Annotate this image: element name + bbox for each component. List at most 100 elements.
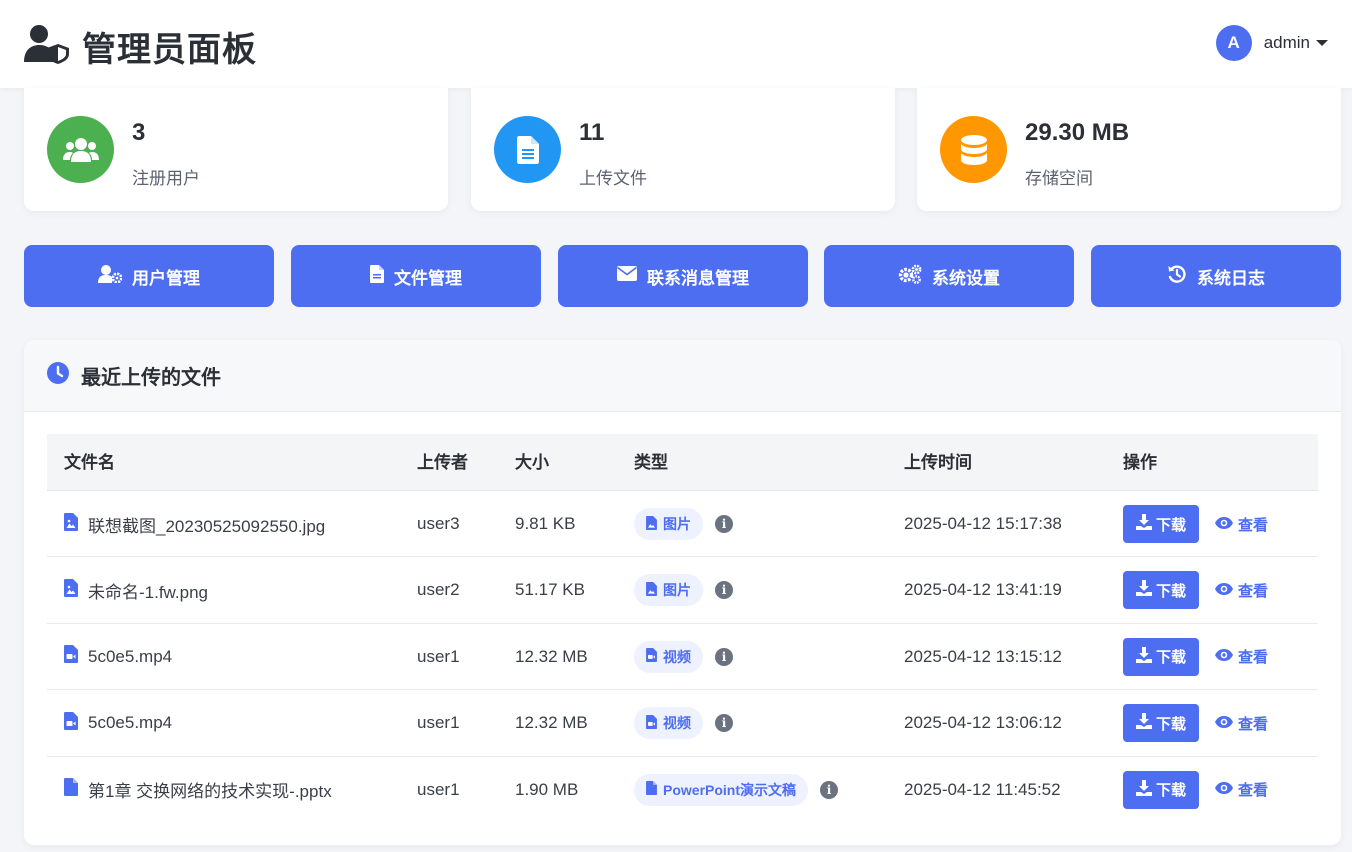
download-button[interactable]: 下载 <box>1123 770 1199 809</box>
file-video-icon <box>64 711 78 735</box>
view-label: 查看 <box>1238 649 1269 667</box>
envelope-icon <box>617 266 637 286</box>
view-link[interactable]: 查看 <box>1215 779 1268 800</box>
upload-time: 2025-04-12 13:06:12 <box>904 713 1062 733</box>
eye-icon <box>1215 516 1233 533</box>
download-label: 下载 <box>1155 582 1186 600</box>
info-icon[interactable]: i <box>715 515 733 533</box>
download-icon <box>1135 713 1152 733</box>
clock-icon <box>47 362 69 389</box>
view-link[interactable]: 查看 <box>1215 713 1268 734</box>
file-icon <box>646 781 657 798</box>
file-size: 12.32 MB <box>515 713 588 733</box>
users-icon <box>47 116 114 183</box>
users-cog-icon <box>98 264 123 288</box>
button-label: 系统日志 <box>1197 268 1265 288</box>
user-menu[interactable]: A admin <box>1215 25 1328 61</box>
contact-messages-button[interactable]: 联系消息管理 <box>558 245 808 307</box>
view-label: 查看 <box>1238 782 1269 800</box>
file-name: 5c0e5.mp4 <box>88 713 173 733</box>
file-icon <box>494 116 561 183</box>
info-icon[interactable]: i <box>715 714 733 733</box>
uploader: user3 <box>417 514 460 533</box>
actions-cell: 下载 查看 <box>1123 757 1268 823</box>
file-management-button[interactable]: 文件管理 <box>291 245 541 307</box>
file-name: 第1章 交换网络的技术实现-.pptx <box>88 782 332 802</box>
view-link[interactable]: 查看 <box>1215 514 1268 535</box>
file-size: 12.32 MB <box>515 646 588 666</box>
upload-time: 2025-04-12 15:17:38 <box>904 514 1062 533</box>
upload-time: 2025-04-12 13:15:12 <box>904 646 1062 666</box>
type-label: 图片 <box>663 582 691 599</box>
uploader: user2 <box>417 580 460 600</box>
type-badge: 图片 <box>634 574 703 607</box>
download-label: 下载 <box>1155 782 1186 800</box>
download-icon <box>1135 779 1152 800</box>
system-log-button[interactable]: 系统日志 <box>1091 245 1341 307</box>
top-bar: 管理员面板 A admin <box>0 0 1352 88</box>
recent-files-panel: 最近上传的文件 文件名 上传者 大小 类型 上传时间 操作 联想截图_20230… <box>24 340 1341 845</box>
table-header: 文件名 上传者 大小 类型 上传时间 操作 <box>47 434 1318 491</box>
table-row: 5c0e5.mp4 user1 12.32 MB 视频 i 2025-04-12… <box>47 624 1318 691</box>
button-label: 用户管理 <box>132 268 200 288</box>
brand: 管理员面板 <box>24 22 257 71</box>
page-title: 管理员面板 <box>82 31 257 69</box>
type-cell: PowerPoint演示文稿 i <box>634 757 839 823</box>
upload-time: 2025-04-12 11:45:52 <box>904 779 1061 799</box>
user-management-button[interactable]: 用户管理 <box>24 245 274 307</box>
type-badge: 视频 <box>634 640 703 673</box>
stat-card-files: 11 上传文件 <box>471 88 895 211</box>
stat-label: 上传文件 <box>579 169 647 188</box>
info-icon[interactable]: i <box>820 780 839 799</box>
database-icon <box>940 116 1007 183</box>
view-link[interactable]: 查看 <box>1215 646 1268 667</box>
panel-title: 最近上传的文件 <box>81 367 221 389</box>
download-button[interactable]: 下载 <box>1123 637 1199 676</box>
stat-value: 11 <box>579 119 605 146</box>
caret-down-icon <box>1316 40 1328 46</box>
download-icon <box>1135 514 1152 534</box>
file-size: 51.17 KB <box>515 580 585 600</box>
file-name-cell: 5c0e5.mp4 <box>64 624 172 690</box>
view-link[interactable]: 查看 <box>1215 580 1268 601</box>
download-button[interactable]: 下载 <box>1123 704 1199 743</box>
download-label: 下载 <box>1155 649 1186 667</box>
user-shield-icon <box>24 24 70 69</box>
download-button[interactable]: 下载 <box>1123 505 1199 543</box>
file-image-icon <box>646 581 657 599</box>
system-settings-button[interactable]: 系统设置 <box>824 245 1074 307</box>
file-name: 联想截图_20230525092550.jpg <box>88 516 326 536</box>
recent-files-table: 文件名 上传者 大小 类型 上传时间 操作 联想截图_2023052509255… <box>47 434 1318 823</box>
column-header: 操作 <box>1123 453 1157 472</box>
stat-card-users: 3 注册用户 <box>24 88 448 211</box>
table-row: 第1章 交换网络的技术实现-.pptx user1 1.90 MB PowerP… <box>47 757 1318 823</box>
eye-icon <box>1215 648 1233 665</box>
history-icon <box>1167 264 1187 289</box>
eye-icon <box>1215 715 1233 732</box>
button-label: 系统设置 <box>932 268 1000 288</box>
file-name: 未命名-1.fw.png <box>88 582 208 602</box>
file-icon <box>370 264 384 288</box>
stat-label: 存储空间 <box>1025 169 1093 188</box>
info-icon[interactable]: i <box>715 647 733 666</box>
download-icon <box>1135 580 1152 600</box>
view-label: 查看 <box>1238 715 1269 733</box>
file-image-icon <box>646 515 657 533</box>
actions-cell: 下载 查看 <box>1123 624 1268 690</box>
actions-cell: 下载 查看 <box>1123 690 1268 756</box>
type-cell: 图片 i <box>634 557 733 623</box>
download-button[interactable]: 下载 <box>1123 571 1199 610</box>
type-badge: 视频 <box>634 707 703 740</box>
button-label: 联系消息管理 <box>647 268 749 288</box>
type-cell: 图片 i <box>634 491 733 557</box>
file-size: 1.90 MB <box>515 779 579 799</box>
view-label: 查看 <box>1238 582 1269 600</box>
info-icon[interactable]: i <box>715 581 733 600</box>
file-icon <box>64 778 78 801</box>
stat-value: 3 <box>132 119 146 146</box>
type-badge: 图片 <box>634 508 703 540</box>
file-name-cell: 未命名-1.fw.png <box>64 557 208 623</box>
stat-card-storage: 29.30 MB 存储空间 <box>917 88 1341 211</box>
file-name-cell: 联想截图_20230525092550.jpg <box>64 491 325 557</box>
file-video-icon <box>64 645 78 668</box>
